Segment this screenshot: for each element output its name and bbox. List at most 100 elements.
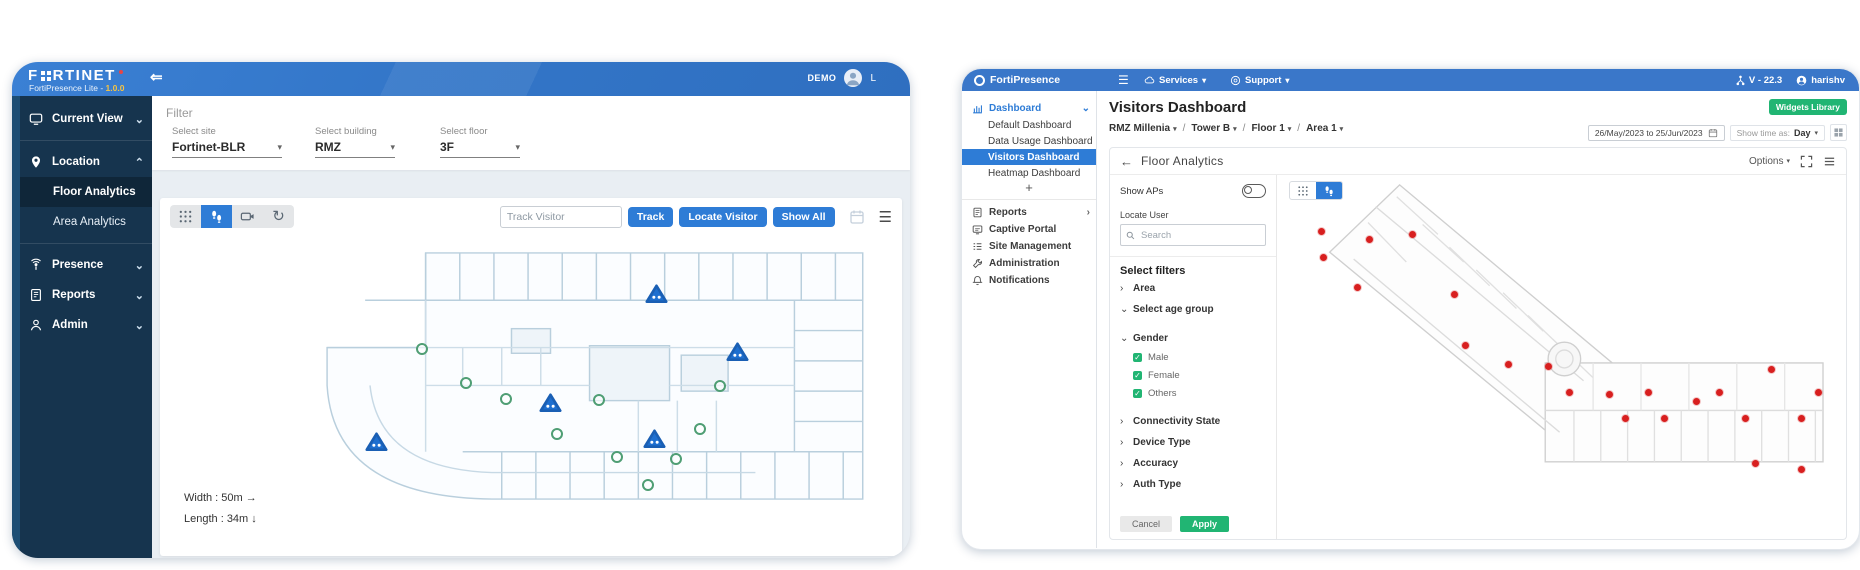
filter-group-area[interactable]: › Area [1120,279,1266,298]
visitor-marker[interactable] [415,343,428,356]
refresh-button[interactable]: ↻ [263,205,294,228]
building-select[interactable]: RMZ ▾ [315,140,395,158]
visitor-dot[interactable] [1660,415,1668,423]
breadcrumb-site[interactable]: RMZ Millenia ▾ [1109,123,1177,134]
menu-item-dashboard[interactable]: Dashboard ⌄ [962,99,1096,117]
menu-item-default-dashboard[interactable]: Default Dashboard [962,117,1096,133]
user-icon [1796,75,1807,85]
cancel-button[interactable]: Cancel [1120,516,1173,532]
footprints-view-button[interactable] [1316,182,1342,199]
visitor-dot[interactable] [1505,360,1512,368]
visitor-marker[interactable] [714,379,727,392]
calendar-icon[interactable] [849,209,865,225]
fortipresence-cloud-window: FortiPresence ☰ Services ▾ Support ▾ V -… [961,68,1860,550]
gender-option-male[interactable]: ✓ Male [1120,348,1266,366]
visitor-dot[interactable] [1621,415,1629,423]
track-button[interactable]: Track [627,206,674,227]
visitor-dot[interactable] [1798,465,1806,473]
visitor-marker[interactable] [693,422,706,435]
floor-select[interactable]: 3F ▾ [440,140,520,158]
menu-item-data-usage-dashboard[interactable]: Data Usage Dashboard [962,133,1096,149]
filter-group-auth-type[interactable]: › Auth Type [1120,475,1266,494]
visitor-marker[interactable] [669,452,682,465]
search-input[interactable] [1139,228,1260,242]
ap-marker[interactable] [365,432,388,452]
menu-item-visitors-dashboard[interactable]: Visitors Dashboard [962,149,1096,165]
widgets-library-button[interactable]: Widgets Library [1768,99,1847,115]
collapse-sidebar-icon[interactable]: ⇐ [150,68,163,86]
show-aps-toggle[interactable] [1242,184,1266,198]
visitor-dot[interactable] [1815,388,1823,396]
menu-item-reports[interactable]: Reports › [962,204,1096,221]
sidebar-item-floor-analytics[interactable]: Floor Analytics [12,177,152,207]
menu-item-site-management[interactable]: Site Management [962,238,1096,255]
visitor-dot[interactable] [1751,459,1759,467]
menu-hamburger-icon[interactable]: ☰ [1118,73,1129,87]
chevron-down-icon: ⌄ [1120,304,1129,315]
gender-option-female[interactable]: ✓ Female [1120,366,1266,384]
track-visitor-input[interactable] [499,205,622,228]
options-dropdown[interactable]: Options ▾ [1749,156,1790,167]
view-switcher-icon[interactable] [1830,124,1847,141]
breadcrumb-area[interactable]: Area 1 ▾ [1306,123,1343,134]
visitor-dot[interactable] [1715,388,1723,396]
sidebar-item-presence[interactable]: Presence ⌄ [12,250,152,280]
visitor-marker[interactable] [611,450,624,463]
nav-services[interactable]: Services ▾ [1144,75,1206,86]
grid-view-button[interactable] [170,205,201,228]
breadcrumb-building[interactable]: Tower B ▾ [1191,123,1236,134]
sidebar-item-reports[interactable]: Reports ⌄ [12,280,152,310]
sidebar-item-current-view[interactable]: Current View ⌄ [12,104,152,134]
filter-group-connectivity[interactable]: › Connectivity State [1120,412,1266,431]
back-arrow-icon[interactable]: ← [1120,154,1133,169]
menu-item-captive-portal[interactable]: Captive Portal [962,221,1096,238]
menu-item-heatmap-dashboard[interactable]: Heatmap Dashboard [962,165,1096,181]
header-partial-label: L [870,72,876,84]
grid-view-button[interactable] [1290,182,1316,199]
fullscreen-icon[interactable] [1800,155,1813,168]
visitor-dot[interactable] [1644,388,1652,396]
visitor-dot[interactable] [1544,362,1552,370]
ap-marker[interactable] [643,429,666,449]
apply-button[interactable]: Apply [1180,516,1230,532]
nav-support[interactable]: Support ▾ [1230,75,1289,86]
menu-item-notifications[interactable]: Notifications [962,272,1096,289]
sidebar-item-location[interactable]: Location ⌃ [12,147,152,177]
sidebar-item-admin[interactable]: Admin ⌄ [12,310,152,340]
map-menu-icon[interactable]: ☰ [879,208,892,226]
visitor-marker[interactable] [460,376,473,389]
user-menu[interactable]: harishv [1796,75,1845,86]
gender-option-others[interactable]: ✓ Others [1120,384,1266,402]
caret-down-icon: ▾ [1339,125,1344,133]
locate-visitor-button[interactable]: Locate Visitor [679,206,767,227]
date-range-picker[interactable]: 26/May/2023 to 25/Jun/2023 [1587,124,1725,141]
show-time-as-select[interactable]: Show time as: Day ▾ [1729,124,1825,141]
user-avatar[interactable] [844,69,863,87]
filter-group-gender[interactable]: ⌄ Gender [1120,329,1266,348]
list-options-icon[interactable] [1823,155,1836,168]
visitor-dot[interactable] [1354,283,1362,291]
version-branch-icon [1736,75,1745,85]
visitor-dot[interactable] [1565,388,1573,396]
footprints-view-button[interactable] [201,205,232,228]
sidebar-item-area-analytics[interactable]: Area Analytics [12,207,152,237]
breadcrumb-floor[interactable]: Floor 1 ▾ [1251,123,1291,134]
caret-down-icon: ▾ [1233,125,1237,133]
visitor-dot[interactable] [1450,290,1458,298]
camera-view-button[interactable] [232,205,263,228]
site-select[interactable]: Fortinet-BLR ▾ [172,140,282,158]
add-dashboard-button[interactable]: + [962,181,1096,195]
visitor-marker[interactable] [500,392,512,405]
menu-item-administration[interactable]: Administration [962,255,1096,272]
ap-marker[interactable] [539,393,562,413]
show-all-button[interactable]: Show All [772,206,835,227]
filter-group-device-type[interactable]: › Device Type [1120,433,1266,452]
ap-marker[interactable] [726,342,749,362]
select-filters-heading: Select filters [1120,265,1186,277]
ap-marker[interactable] [645,284,668,303]
visitor-marker[interactable] [550,427,563,440]
filter-group-age[interactable]: ⌄ Select age group [1120,300,1266,319]
filter-group-accuracy[interactable]: › Accuracy [1120,454,1266,473]
visitor-dot[interactable] [1461,341,1469,349]
visitor-marker[interactable] [593,393,606,406]
